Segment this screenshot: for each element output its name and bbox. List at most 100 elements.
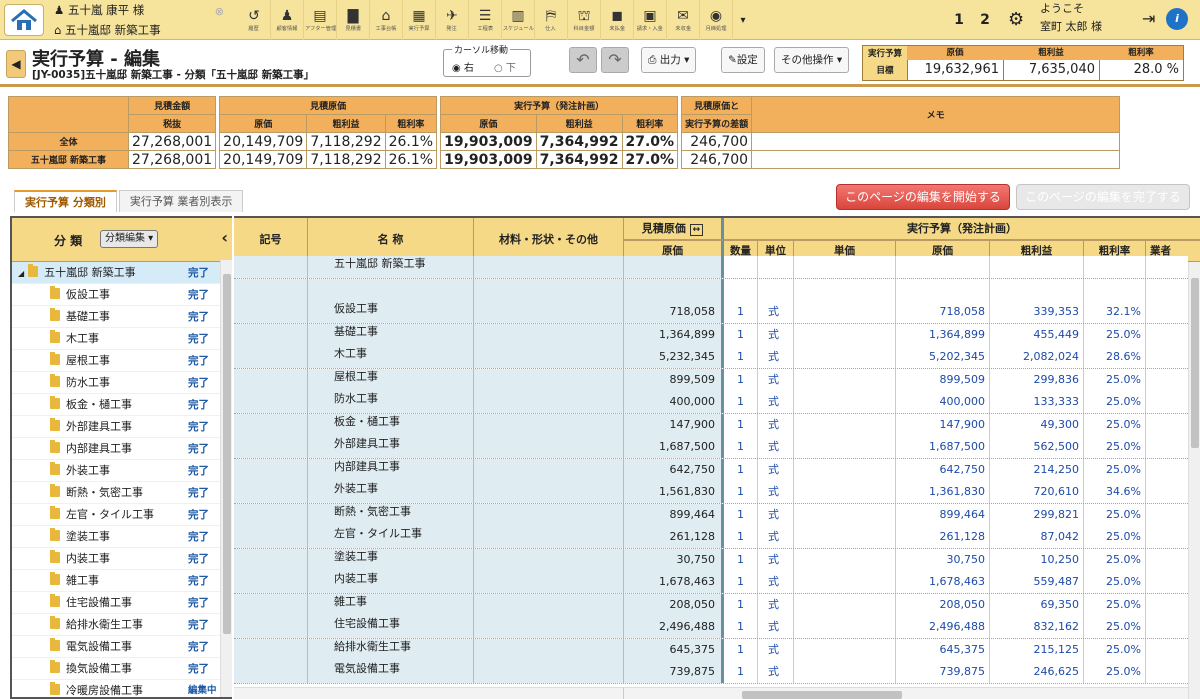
toolbar-more-icon[interactable]: ▾: [733, 0, 753, 40]
table-row[interactable]: 基礎工事 1,364,899 1 式 1,364,899 455,449 25.0%: [234, 323, 1188, 346]
grid-cell[interactable]: [794, 638, 896, 661]
row-profit[interactable]: 455,449: [990, 323, 1084, 346]
row-rate[interactable]: 25.0%: [1084, 593, 1146, 616]
row-qty[interactable]: 1: [724, 391, 758, 413]
row-name[interactable]: 基礎工事: [308, 323, 474, 346]
grid-cell[interactable]: [234, 256, 308, 278]
row-name[interactable]: 外装工事: [308, 481, 474, 503]
row-est-cost[interactable]: 899,509: [624, 368, 724, 391]
table-row[interactable]: 内装工事 1,678,463 1 式 1,678,463 559,487 25.0%: [234, 571, 1188, 594]
grid-cell[interactable]: [234, 278, 308, 301]
toolbar-customer-button[interactable]: ♟ 顧客情報: [271, 0, 304, 40]
row-profit[interactable]: 559,487: [990, 571, 1084, 593]
row-cost[interactable]: 645,375: [896, 638, 990, 661]
table-row[interactable]: 内部建具工事 642,750 1 式 642,750 214,250 25.0%: [234, 458, 1188, 481]
row-profit[interactable]: 214,250: [990, 458, 1084, 481]
row-est-cost[interactable]: 147,900: [624, 413, 724, 436]
grid-cell[interactable]: [758, 278, 794, 301]
row-profit[interactable]: 339,353: [990, 301, 1084, 323]
grid-cell[interactable]: [474, 526, 624, 548]
row-cost[interactable]: 739,875: [896, 661, 990, 683]
row-qty[interactable]: 1: [724, 503, 758, 526]
row-est-cost[interactable]: 899,464: [624, 503, 724, 526]
category-item[interactable]: 雑工事 完了: [12, 570, 232, 592]
toolbar-after-service-button[interactable]: ▤ アフター管理: [304, 0, 337, 40]
row-est-cost[interactable]: 642,750: [624, 458, 724, 481]
grid-cell[interactable]: [724, 256, 758, 278]
row-est-cost[interactable]: 1,364,899: [624, 323, 724, 346]
row-est-cost[interactable]: 1,678,463: [624, 571, 724, 593]
row-cost[interactable]: 1,687,500: [896, 436, 990, 458]
grid-cell[interactable]: [794, 391, 896, 413]
row-cost[interactable]: 1,678,463: [896, 571, 990, 593]
grid-cell[interactable]: [1084, 256, 1146, 278]
category-item[interactable]: 木工事 完了: [12, 328, 232, 350]
row-est-cost[interactable]: 739,875: [624, 661, 724, 683]
toolbar-budget-button[interactable]: ▦ 実行予算: [403, 0, 436, 40]
table-row[interactable]: 仮設工事 718,058 1 式 718,058 339,353 32.1%: [234, 301, 1188, 324]
row-unit[interactable]: 式: [758, 638, 794, 661]
category-item[interactable]: ◢ 五十嵐邸 新築工事 完了: [12, 262, 232, 284]
toolbar-payable-button[interactable]: ◼ 未払金: [601, 0, 634, 40]
row-qty[interactable]: 1: [724, 638, 758, 661]
row-profit[interactable]: 299,821: [990, 503, 1084, 526]
toolbar-calendar-button[interactable]: ▥ スケジュール: [502, 0, 535, 40]
row-unit[interactable]: 式: [758, 593, 794, 616]
category-item[interactable]: 断熱・気密工事 完了: [12, 482, 232, 504]
category-item[interactable]: 左官・タイル工事 完了: [12, 504, 232, 526]
grid-cell[interactable]: [474, 256, 624, 278]
category-item[interactable]: 外装工事 完了: [12, 460, 232, 482]
grid-cell[interactable]: [234, 323, 308, 346]
category-item[interactable]: 外部建具工事 完了: [12, 416, 232, 438]
row-est-cost[interactable]: 1,687,500: [624, 436, 724, 458]
grid-cell[interactable]: [234, 638, 308, 661]
row-est-cost[interactable]: 1,561,830: [624, 481, 724, 503]
grid-cell[interactable]: [474, 323, 624, 346]
grid-cell[interactable]: [1146, 481, 1188, 503]
row-name[interactable]: 塗装工事: [308, 548, 474, 571]
grid-cell[interactable]: [474, 481, 624, 503]
toolbar-schedule-chart-button[interactable]: ☰ 工程表: [469, 0, 502, 40]
category-item[interactable]: 屋根工事 完了: [12, 350, 232, 372]
grid-cell[interactable]: [794, 323, 896, 346]
row-rate[interactable]: 34.6%: [1084, 481, 1146, 503]
grid-cell[interactable]: [234, 526, 308, 548]
row-qty[interactable]: 1: [724, 413, 758, 436]
row-name[interactable]: 板金・樋工事: [308, 413, 474, 436]
grid-cell[interactable]: [474, 638, 624, 661]
row-cost[interactable]: 400,000: [896, 391, 990, 413]
row-qty[interactable]: 1: [724, 548, 758, 571]
row-cost[interactable]: 1,361,830: [896, 481, 990, 503]
row-profit[interactable]: 246,625: [990, 661, 1084, 683]
row-cost[interactable]: 261,128: [896, 526, 990, 548]
row-profit[interactable]: 832,162: [990, 616, 1084, 638]
toolbar-estimate-button[interactable]: ▇ 見積書: [337, 0, 370, 40]
grid-cell[interactable]: [1146, 436, 1188, 458]
row-unit[interactable]: 式: [758, 548, 794, 571]
row-rate[interactable]: 25.0%: [1084, 436, 1146, 458]
category-item[interactable]: 給排水衛生工事 完了: [12, 614, 232, 636]
row-cost[interactable]: 5,202,345: [896, 346, 990, 368]
grid-left-horizontal-scrollbar[interactable]: [234, 687, 624, 699]
category-item[interactable]: 塗装工事 完了: [12, 526, 232, 548]
grid-cell[interactable]: [234, 413, 308, 436]
row-rate[interactable]: 25.0%: [1084, 616, 1146, 638]
category-item[interactable]: 仮設工事 完了: [12, 284, 232, 306]
row-rate[interactable]: 25.0%: [1084, 323, 1146, 346]
summary-memo-cell[interactable]: [751, 132, 1121, 151]
row-unit[interactable]: 式: [758, 391, 794, 413]
grid-cell[interactable]: [474, 346, 624, 368]
row-qty[interactable]: 1: [724, 346, 758, 368]
grid-cell[interactable]: [234, 548, 308, 571]
grid-cell[interactable]: [234, 661, 308, 683]
row-unit[interactable]: 式: [758, 481, 794, 503]
page-1-button[interactable]: 1: [948, 5, 970, 35]
row-qty[interactable]: 1: [724, 458, 758, 481]
grid-cell[interactable]: [234, 368, 308, 391]
table-row[interactable]: 電気設備工事 739,875 1 式 739,875 246,625 25.0%: [234, 661, 1188, 684]
toolbar-history-button[interactable]: ↺ 履歴: [238, 0, 271, 40]
row-rate[interactable]: 25.0%: [1084, 413, 1146, 436]
grid-cell[interactable]: [896, 256, 990, 278]
category-item[interactable]: 防水工事 完了: [12, 372, 232, 394]
row-name[interactable]: 仮設工事: [308, 301, 474, 323]
